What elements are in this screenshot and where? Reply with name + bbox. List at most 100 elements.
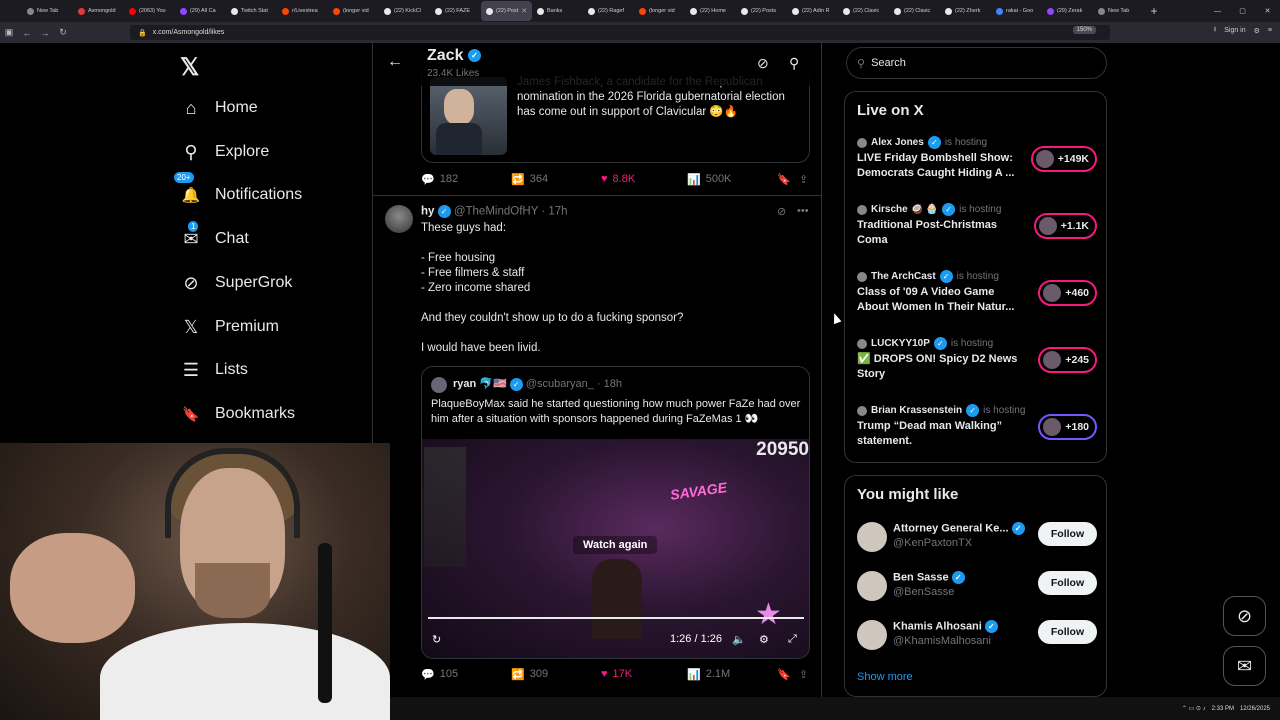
browser-tab[interactable]: New Tab	[1093, 1, 1144, 21]
nav-notifications[interactable]: 🔔 20+ Notifications	[174, 172, 302, 210]
views-button[interactable]: 📊 500K	[687, 173, 777, 186]
browser-tab[interactable]: (22) Adin R	[787, 1, 838, 21]
avatar[interactable]	[385, 205, 413, 233]
back-icon[interactable]: ←	[18, 28, 36, 38]
quoted-post-card[interactable]: James Fishback, a candidate for the Repu…	[421, 73, 810, 163]
listener-count-pill[interactable]: +1.1K	[1033, 213, 1097, 239]
signin-button[interactable]: Sign in	[1224, 27, 1245, 34]
views-button[interactable]: 📊 2.1M	[687, 668, 777, 681]
back-arrow-icon[interactable]: ←	[387, 53, 403, 71]
nav-premium[interactable]: 𝕏 Premium	[180, 312, 279, 342]
search-input[interactable]: ⚲ Search	[846, 47, 1107, 79]
repost-button[interactable]: 🔁 364	[511, 173, 601, 186]
messages-fab-button[interactable]: ✉	[1223, 646, 1266, 686]
show-more-link[interactable]: Show more	[857, 671, 913, 683]
reply-button[interactable]: 💬 105	[421, 668, 511, 681]
browser-tab[interactable]: (22) Ragef	[583, 1, 634, 21]
live-space-item[interactable]: Brian Krassenstein ✓ is hosting Trump “Dead…	[857, 404, 1097, 456]
browser-tab[interactable]: (22) FAZE	[430, 1, 481, 21]
reload-icon[interactable]: ↻	[54, 27, 72, 38]
browser-tab[interactable]: Banks	[532, 1, 583, 21]
live-space-item[interactable]: LUCKYY10P ✓ is hosting ✅ DROPS ON! Spicy D2…	[857, 337, 1097, 389]
avatar[interactable]	[857, 522, 887, 552]
more-icon[interactable]: •••	[797, 205, 809, 217]
grok-post-icon[interactable]: ⊘	[777, 205, 786, 218]
browser-tab[interactable]: (22) Clavic	[889, 1, 940, 21]
follow-button[interactable]: Follow	[1038, 620, 1097, 644]
browser-tab[interactable]: rakai - Goo	[991, 1, 1042, 21]
suggested-account[interactable]: Ben Sasse ✓ @BenSasse Follow	[857, 569, 1097, 609]
avatar[interactable]	[857, 571, 887, 601]
author-handle[interactable]: @TheMindOfHY	[454, 206, 538, 218]
x-logo-icon[interactable]: 𝕏	[180, 53, 199, 82]
fullscreen-icon[interactable]: ⤢	[788, 633, 797, 646]
bookmark-post-button[interactable]: 🔖	[777, 668, 799, 681]
nav-lists[interactable]: ☰ Lists	[180, 355, 248, 385]
download-icon[interactable]: ⭳	[1214, 25, 1216, 36]
extensions-icon[interactable]: ⚙	[1254, 27, 1260, 35]
tray-icons[interactable]: ⌃ ▭ ⊙ ♪	[1182, 705, 1206, 712]
share-button[interactable]: ⇪	[799, 668, 808, 681]
settings-icon[interactable]: ⚙	[759, 633, 769, 646]
forward-icon[interactable]: →	[36, 28, 54, 38]
new-tab-icon[interactable]: +	[1144, 1, 1164, 21]
nav-home[interactable]: ⌂ Home	[180, 93, 258, 123]
browser-tab[interactable]: (22) Posts	[736, 1, 787, 21]
browser-tab[interactable]: (longer vid	[328, 1, 379, 21]
like-button[interactable]: ♥ 8.8K	[601, 173, 687, 185]
browser-tab[interactable]: (22) KickCl	[379, 1, 430, 21]
zoom-level[interactable]: 150%	[1072, 26, 1096, 34]
browser-tab[interactable]: r/Livestrea	[277, 1, 328, 21]
browser-tab[interactable]: (22) Post ✕	[481, 1, 532, 21]
live-space-item[interactable]: Alex Jones ✓ is hosting LIVE Friday Bombshe…	[857, 136, 1097, 188]
video-scrubber[interactable]	[428, 617, 804, 619]
browser-tab[interactable]: (22) Home	[685, 1, 736, 21]
grok-fab-button[interactable]: ⊘	[1223, 596, 1266, 636]
search-icon[interactable]: ⚲	[789, 55, 799, 72]
avatar[interactable]	[857, 620, 887, 650]
grok-icon[interactable]: ⊘	[757, 55, 769, 72]
live-space-item[interactable]: Kirsche 🥥 🧁 ✓ is hosting Traditional Post-C…	[857, 203, 1097, 255]
bookmark-post-button[interactable]: 🔖	[777, 173, 799, 186]
live-space-item[interactable]: The ArchCast ✓ is hosting Class of '09 A Vi…	[857, 270, 1097, 322]
browser-tab[interactable]: (longer vid	[634, 1, 685, 21]
listener-count-pill[interactable]: +460	[1038, 280, 1097, 306]
share-button[interactable]: ⇪	[799, 173, 808, 186]
listener-count-pill[interactable]: +149K	[1030, 146, 1097, 172]
quoted-post-card[interactable]: ryan 🐬🇺🇸 ✓ @scubaryan_ · 18h PlaqueBoyMa…	[421, 366, 810, 659]
author-name[interactable]: hy	[421, 206, 434, 218]
browser-tab[interactable]: (29) All Ca	[175, 1, 226, 21]
post-time[interactable]: · 17h	[541, 206, 567, 218]
minimize-icon[interactable]: —	[1205, 0, 1230, 22]
browser-tab[interactable]: (22) Clavic	[838, 1, 889, 21]
sidebar-toggle-icon[interactable]: ▣	[0, 27, 18, 38]
maximize-icon[interactable]: ▢	[1230, 0, 1255, 22]
like-button[interactable]: ♥ 17K	[601, 668, 687, 680]
browser-tab[interactable]: Twitch Stat	[226, 1, 277, 21]
browser-tab[interactable]: Asmongold	[73, 1, 124, 21]
browser-tab[interactable]: (22) Zherk	[940, 1, 991, 21]
nav-supergrok[interactable]: ⊘ SuperGrok	[180, 268, 292, 298]
follow-button[interactable]: Follow	[1038, 522, 1097, 546]
video-player[interactable]: 20950 SAVAGE Watch again ★ ↻ 1:26 / 1:26…	[422, 439, 809, 658]
browser-tab[interactable]: (2063) You	[124, 1, 175, 21]
browser-tab[interactable]: New Tab	[22, 1, 73, 21]
replay-icon[interactable]: ↻	[432, 633, 441, 646]
volume-icon[interactable]: 🔈	[732, 633, 746, 646]
reply-button[interactable]: 💬 182	[421, 173, 511, 186]
close-tab-icon[interactable]: ✕	[521, 7, 527, 15]
nav-explore[interactable]: ⚲ Explore	[180, 137, 269, 167]
watch-again-button[interactable]: Watch again	[573, 536, 658, 554]
address-bar[interactable]: 🔒 x.com/Asmongold/likes	[130, 25, 1110, 40]
nav-bookmarks[interactable]: 🔖 Bookmarks	[180, 399, 295, 429]
listener-count-pill[interactable]: +245	[1038, 347, 1097, 373]
close-window-icon[interactable]: ✕	[1255, 0, 1280, 22]
suggested-account[interactable]: Khamis Alhosani ✓ @KhamisMalhosani Follow	[857, 618, 1097, 658]
nav-chat[interactable]: ✉ 1 Chat	[180, 221, 249, 254]
suggested-account[interactable]: Attorney General Ke... ✓ @KenPaxtonTX Foll…	[857, 520, 1097, 560]
follow-button[interactable]: Follow	[1038, 571, 1097, 595]
listener-count-pill[interactable]: +180	[1038, 414, 1097, 440]
menu-icon[interactable]: ≡	[1268, 27, 1272, 34]
browser-tab[interactable]: (29) Zerak	[1042, 1, 1093, 21]
repost-button[interactable]: 🔁 309	[511, 668, 601, 681]
